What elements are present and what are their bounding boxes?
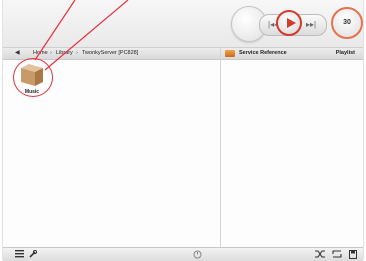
annotation-lines [34,0,129,71]
